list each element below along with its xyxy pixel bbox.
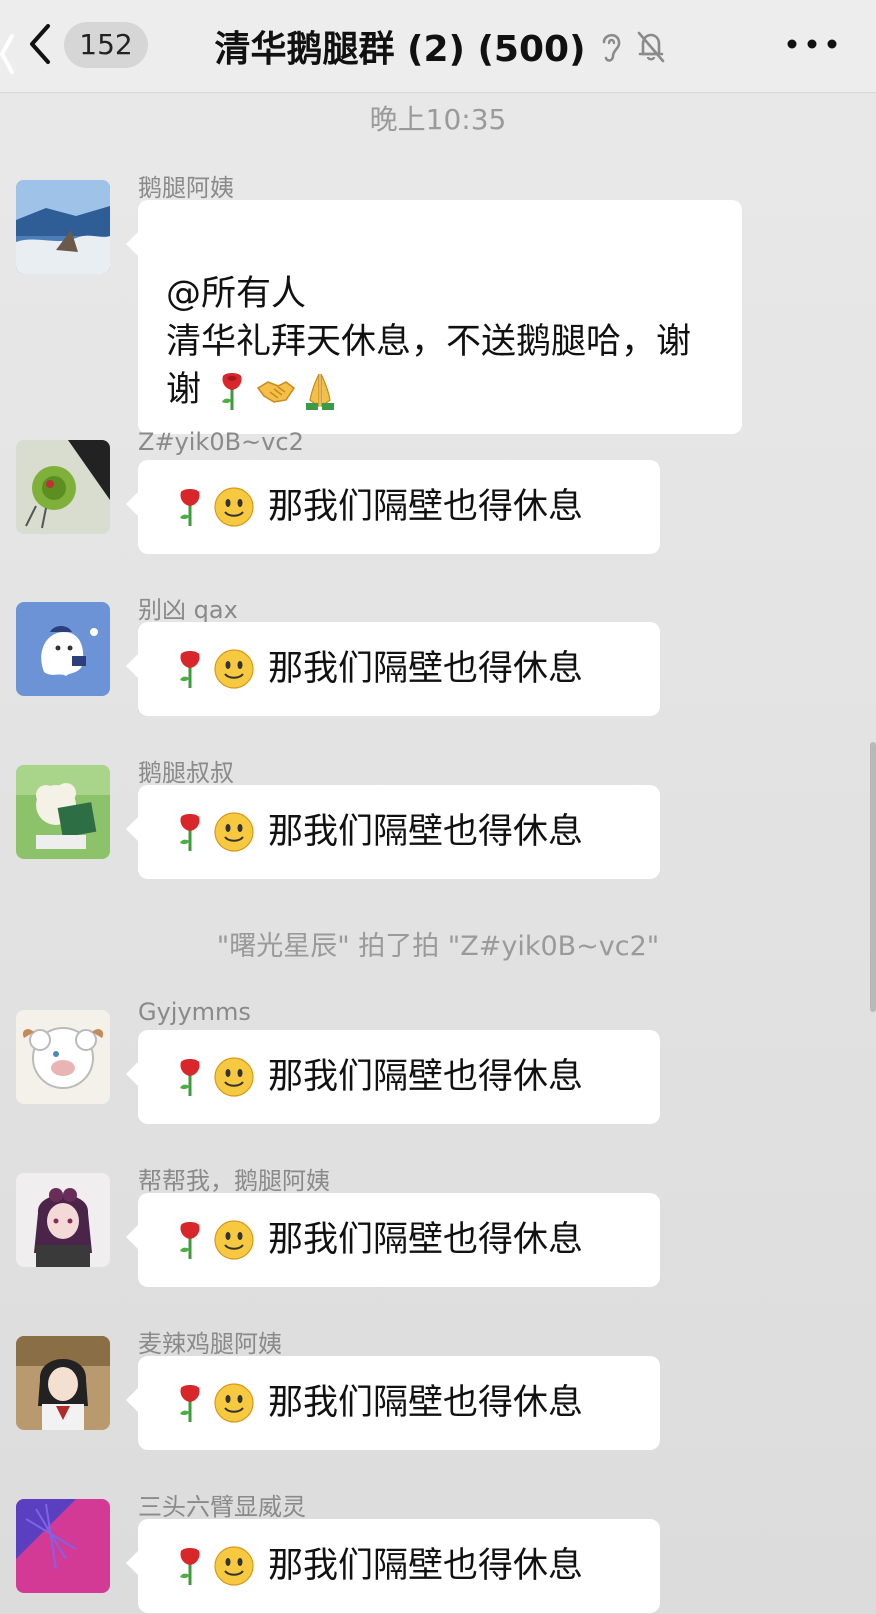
rose-emoji-icon [180,1548,200,1585]
system-pat-message: "曙光星辰" 拍了拍 "Z#yik0B~vc2" [216,931,660,962]
smile-emoji-icon [214,1546,254,1586]
handshake-emoji-icon [257,381,296,403]
sender-name: Gyjymms [138,998,251,1026]
more-dots-icon[interactable] [782,28,842,60]
ear-icon [602,33,620,62]
message-bubble[interactable]: 那我们隔壁也得休息 [126,460,660,554]
pray-emoji-icon [306,373,335,410]
smile-emoji-icon [214,812,254,852]
rose-emoji-icon [180,1222,200,1259]
green-plant-avatar[interactable] [16,440,110,534]
sender-name: 三头六臂显威灵 [138,1493,306,1521]
swipe-edge-icon [0,34,14,74]
smile-emoji-icon [214,1057,254,1097]
sender-name: 别凶 qax [138,596,238,624]
rose-emoji-icon [222,373,242,410]
chat-screen: 152 清华鹅腿群 (2) (500) 晚上10:35 鹅腿阿姨 @所有人 清华… [0,0,876,1614]
scrollbar[interactable] [870,742,876,1012]
sender-name: 鹅腿叔叔 [138,759,234,787]
landscape-avatar[interactable] [16,180,110,274]
pink-art-avatar[interactable] [16,1499,110,1593]
sheep-book-avatar[interactable] [16,765,110,859]
message-text: 那我们隔壁也得休息 [268,1546,584,1586]
anime-boy-avatar[interactable] [16,1336,110,1430]
message-bubble[interactable]: 那我们隔壁也得休息 [126,1519,660,1613]
message-text: 那我们隔壁也得休息 [268,812,584,852]
message-bubble[interactable]: @所有人 清华礼拜天休息，不送鹅腿哈，谢谢 [126,200,742,434]
rose-emoji-icon [180,1059,200,1096]
rose-emoji-icon [180,814,200,851]
message-text: 那我们隔壁也得休息 [268,1057,584,1097]
message-bubble[interactable]: 那我们隔壁也得休息 [126,622,660,716]
chat-title: 清华鹅腿群 (2) (500) [214,29,586,70]
smile-emoji-icon [214,1383,254,1423]
anime-girl-avatar[interactable] [16,1173,110,1267]
rose-emoji-icon [180,1385,200,1422]
time-divider: 晚上10:35 [369,103,507,136]
sender-name: 帮帮我，鹅腿阿姨 [138,1167,330,1195]
rose-emoji-icon [180,651,200,688]
back-chevron-icon[interactable] [22,20,62,68]
sender-name: 鹅腿阿姨 [138,174,234,202]
message-bubble[interactable]: 那我们隔壁也得休息 [126,1030,660,1124]
smile-emoji-icon [214,487,254,527]
unread-count-badge[interactable]: 152 [64,22,148,68]
title-area[interactable]: 清华鹅腿群 (2) (500) [160,18,720,74]
sender-name: Z#yik0B~vc2 [138,428,304,456]
rose-emoji-icon [180,489,200,526]
message-bubble[interactable]: 那我们隔壁也得休息 [126,1193,660,1287]
ghost-avatar[interactable] [16,602,110,696]
message-text: 那我们隔壁也得休息 [268,487,584,527]
smile-emoji-icon [214,1220,254,1260]
smile-emoji-icon [214,649,254,689]
message-bubble[interactable]: 那我们隔壁也得休息 [126,1356,660,1450]
chat-header: 152 清华鹅腿群 (2) (500) [0,0,876,93]
mute-bell-icon [637,31,664,63]
message-text: 那我们隔壁也得休息 [268,649,584,689]
sheep-avatar[interactable] [16,1010,110,1104]
sender-name: 麦辣鸡腿阿姨 [138,1330,282,1358]
message-text: 那我们隔壁也得休息 [268,1383,584,1423]
message-text: 那我们隔壁也得休息 [268,1220,584,1260]
message-bubble[interactable]: 那我们隔壁也得休息 [126,785,660,879]
